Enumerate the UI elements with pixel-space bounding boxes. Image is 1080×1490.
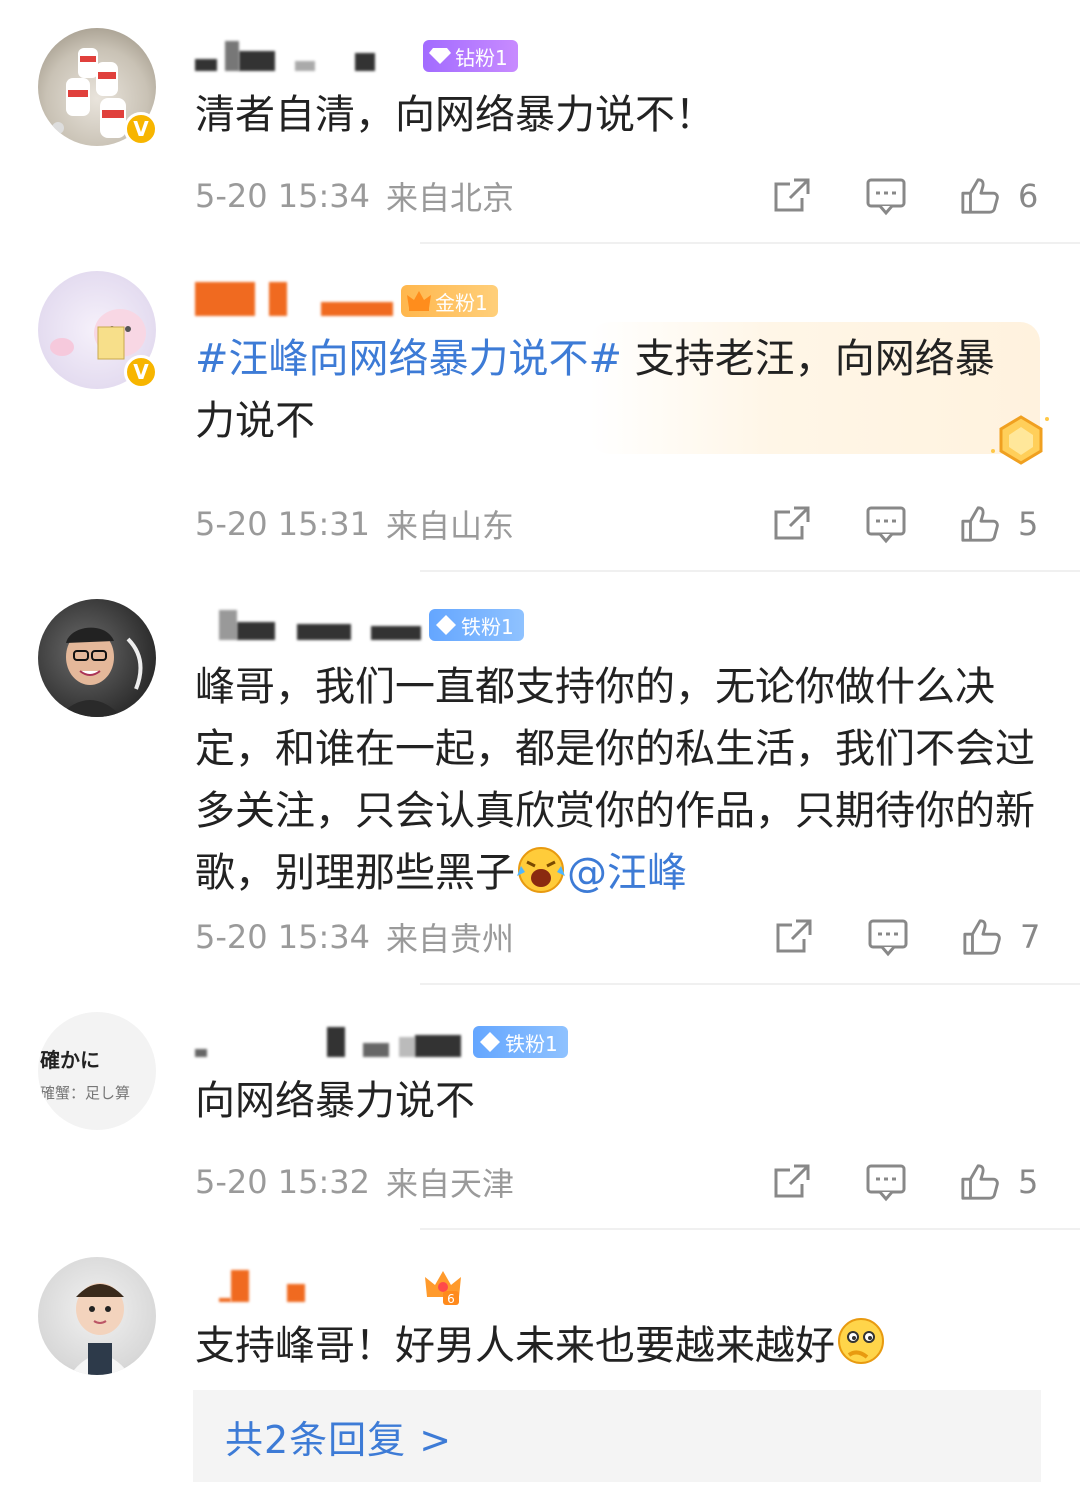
- comment-time: 5-20 15:34: [195, 918, 371, 956]
- share-icon[interactable]: [774, 917, 814, 957]
- comment-icon[interactable]: [868, 917, 908, 957]
- fan-badge-label: 铁粉1: [461, 614, 514, 639]
- thumbs-up-icon[interactable]: [962, 917, 1002, 957]
- gem-decoration-icon: [991, 415, 1049, 465]
- username-blurred: [195, 1027, 461, 1057]
- avatar-image: [58, 627, 143, 717]
- view-replies-button[interactable]: 共2条回复 >: [193, 1390, 1041, 1482]
- comment-text: #汪峰向网络暴力说不# 支持老汪，向网络暴力说不: [195, 328, 1015, 452]
- comment-actions: 7: [720, 912, 1042, 962]
- comment-text: 清者自清，向网络暴力说不！: [195, 92, 715, 138]
- comment-actions: 6: [718, 171, 1040, 221]
- avatar[interactable]: [38, 599, 156, 717]
- share-icon[interactable]: [772, 1162, 812, 1202]
- avatar[interactable]: 確かに 確蟹：足し算: [38, 1012, 156, 1130]
- comment-text: 向网络暴力说不: [195, 1078, 475, 1124]
- thumbs-up-icon[interactable]: [960, 504, 1000, 544]
- mention-link[interactable]: @汪峰: [567, 850, 687, 896]
- comment-actions: 5: [718, 499, 1040, 549]
- comment-item: 確かに 確蟹：足し算 铁粉1 向网络暴力说不 5-20 15:32 来自天津 5: [0, 984, 1080, 1229]
- like-count: 7: [1020, 918, 1041, 956]
- like-count: 5: [1018, 1163, 1039, 1201]
- comment-time: 5-20 15:34: [195, 177, 371, 215]
- avatar-subtext: 確蟹：足し算: [40, 1084, 131, 1102]
- diamond-icon: [429, 48, 451, 64]
- username-row[interactable]: 6: [195, 1265, 463, 1309]
- comment-item: V 金粉1 #汪峰向网络暴力说不# 支持老汪，向网络暴力说不 5-20 15:3…: [0, 243, 1080, 571]
- fan-level-badge: 金粉1: [401, 285, 498, 317]
- verified-v-icon: V: [124, 355, 158, 389]
- username-blurred: [195, 610, 421, 640]
- username-row[interactable]: 金粉1: [195, 279, 498, 323]
- crown-level-number: 6: [447, 1292, 455, 1306]
- username-blurred: [195, 282, 393, 316]
- like-count: 5: [1018, 505, 1039, 543]
- avatar-image: [70, 1283, 130, 1375]
- fan-badge-label: 铁粉1: [505, 1031, 558, 1056]
- comment-text: 峰哥，我们一直都支持你的，无论你做什么决定，和谁在一起，都是你的私生活，我们不会…: [195, 656, 1055, 904]
- comment-time: 5-20 15:32: [195, 1163, 371, 1201]
- comment-icon[interactable]: [866, 1162, 906, 1202]
- comment-text: 支持峰哥！好男人未来也要越来越好: [195, 1315, 1055, 1377]
- fan-badge-label: 金粉1: [435, 290, 488, 315]
- fan-badge-label: 钻粉1: [455, 45, 508, 70]
- fan-level-badge: 钻粉1: [423, 40, 518, 72]
- avatar[interactable]: [38, 1257, 156, 1375]
- comment-location: 来自天津: [386, 1165, 515, 1203]
- comment-meta: 5-20 15:32 来自天津: [195, 1157, 514, 1207]
- thumbs-up-icon[interactable]: [960, 1162, 1000, 1202]
- avatar[interactable]: V: [38, 28, 158, 146]
- diamond-icon: [436, 615, 456, 635]
- comment-location: 来自北京: [386, 179, 515, 217]
- comment-item: 铁粉1 峰哥，我们一直都支持你的，无论你做什么决定，和谁在一起，都是你的私生活，…: [0, 571, 1080, 984]
- comment-meta: 5-20 15:34 来自北京: [195, 171, 514, 221]
- comment-icon[interactable]: [866, 504, 906, 544]
- fan-level-badge: 铁粉1: [473, 1026, 568, 1058]
- share-icon[interactable]: [772, 504, 812, 544]
- comment-meta: 5-20 15:34 来自贵州: [195, 912, 514, 962]
- crown-icon: [407, 291, 431, 311]
- view-replies-label: 共2条回复 >: [225, 1417, 453, 1462]
- comment-location: 来自山东: [386, 507, 515, 545]
- topic-link[interactable]: #汪峰向网络暴力说不#: [195, 336, 622, 382]
- comment-location: 来自贵州: [386, 920, 515, 958]
- comment-icon[interactable]: [866, 176, 906, 216]
- diamond-icon: [480, 1032, 500, 1052]
- username-blurred: [195, 41, 375, 71]
- crown-level-icon: 6: [425, 1271, 461, 1306]
- username-blurred: [195, 1270, 305, 1302]
- comment-body: 支持峰哥！好男人未来也要越来越好: [195, 1323, 835, 1369]
- avatar-text: 確かに: [40, 1048, 100, 1072]
- username-row[interactable]: 铁粉1: [195, 1020, 568, 1064]
- avatar[interactable]: V: [38, 271, 158, 389]
- username-row[interactable]: 钻粉1: [195, 34, 518, 78]
- comment-item: V 钻粉1 清者自清，向网络暴力说不！ 5-20 15:34 来自北京 6: [0, 0, 1080, 243]
- verified-v-icon: V: [124, 112, 158, 146]
- thinking-emoji: [838, 1318, 884, 1364]
- username-row[interactable]: 铁粉1: [195, 603, 524, 647]
- comment-meta: 5-20 15:31 来自山东: [195, 499, 514, 549]
- laughing-emoji: [517, 847, 565, 893]
- share-icon[interactable]: [772, 176, 812, 216]
- thumbs-up-icon[interactable]: [960, 176, 1000, 216]
- comment-actions: 5: [718, 1157, 1040, 1207]
- like-count: 6: [1018, 177, 1039, 215]
- comment-time: 5-20 15:31: [195, 505, 371, 543]
- fan-level-badge: 铁粉1: [429, 609, 524, 641]
